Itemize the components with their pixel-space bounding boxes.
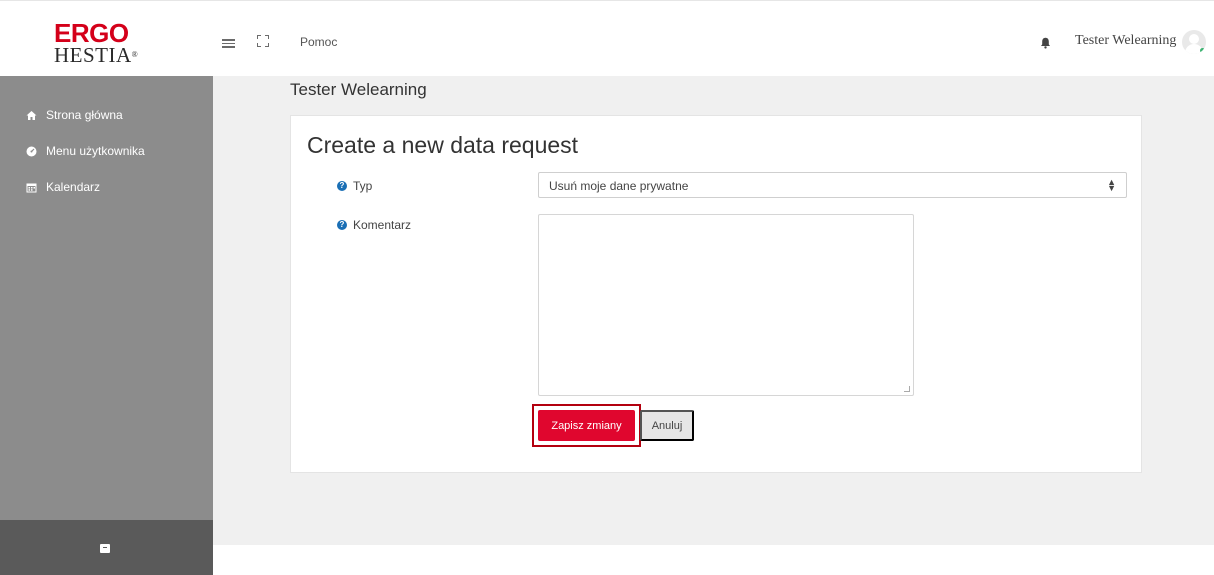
sidebar-item-label: Strona główna: [46, 108, 123, 122]
comment-label: ? Komentarz: [337, 218, 411, 232]
sidebar-item-label: Menu użytkownika: [46, 144, 145, 158]
select-arrows-icon: ▲ ▼: [1107, 177, 1116, 193]
online-status-dot: [1200, 48, 1205, 53]
top-navbar: ERGO HESTIA® Pomoc Tester Welearning: [0, 0, 1214, 76]
sidebar-item-home[interactable]: Strona główna: [26, 107, 123, 123]
calendar-icon: [26, 182, 37, 193]
archive-icon[interactable]: [100, 544, 110, 553]
expand-icon[interactable]: [257, 35, 269, 47]
logo-text-ergo: ERGO: [54, 18, 129, 48]
comment-label-text: Komentarz: [353, 218, 412, 232]
sidebar-item-label: Kalendarz: [46, 180, 101, 194]
sidebar-item-user-menu[interactable]: Menu użytkownika: [26, 143, 145, 159]
form-title: Create a new data request: [307, 132, 579, 158]
sidebar-item-calendar[interactable]: Kalendarz: [26, 179, 100, 195]
cancel-button[interactable]: Anuluj: [640, 410, 694, 441]
type-label-text: Typ: [353, 179, 373, 193]
hamburger-icon[interactable]: [222, 39, 235, 48]
ergo-hestia-logo[interactable]: ERGO HESTIA®: [54, 18, 139, 69]
type-label: ? Typ: [337, 179, 372, 193]
help-question-icon[interactable]: ?: [337, 181, 347, 191]
save-button[interactable]: Zapisz zmiany: [538, 410, 635, 441]
data-request-card: Create a new data request ? Typ Usuń moj…: [290, 115, 1142, 473]
help-question-icon[interactable]: ?: [337, 220, 347, 230]
home-icon: [26, 110, 37, 121]
avatar[interactable]: [1182, 30, 1206, 54]
logo-text-hestia: HESTIA®: [54, 43, 139, 67]
main-content: Tester Welearning Create a new data requ…: [213, 76, 1214, 545]
bell-icon[interactable]: [1040, 36, 1051, 49]
type-select-value: Usuń moje dane prywatne: [549, 179, 689, 193]
resize-handle-icon[interactable]: [904, 386, 910, 392]
page-title: Tester Welearning: [290, 80, 427, 99]
sidebar: Strona główna Menu użytkownika Kalendarz: [0, 76, 213, 575]
help-link[interactable]: Pomoc: [300, 35, 337, 49]
sidebar-footer: [0, 520, 213, 575]
dashboard-icon: [26, 146, 37, 157]
save-button-highlight: Zapisz zmiany: [532, 404, 641, 447]
comment-textarea[interactable]: [538, 214, 914, 396]
type-select[interactable]: Usuń moje dane prywatne ▲ ▼: [538, 172, 1127, 198]
user-name[interactable]: Tester Welearning: [1075, 33, 1176, 49]
